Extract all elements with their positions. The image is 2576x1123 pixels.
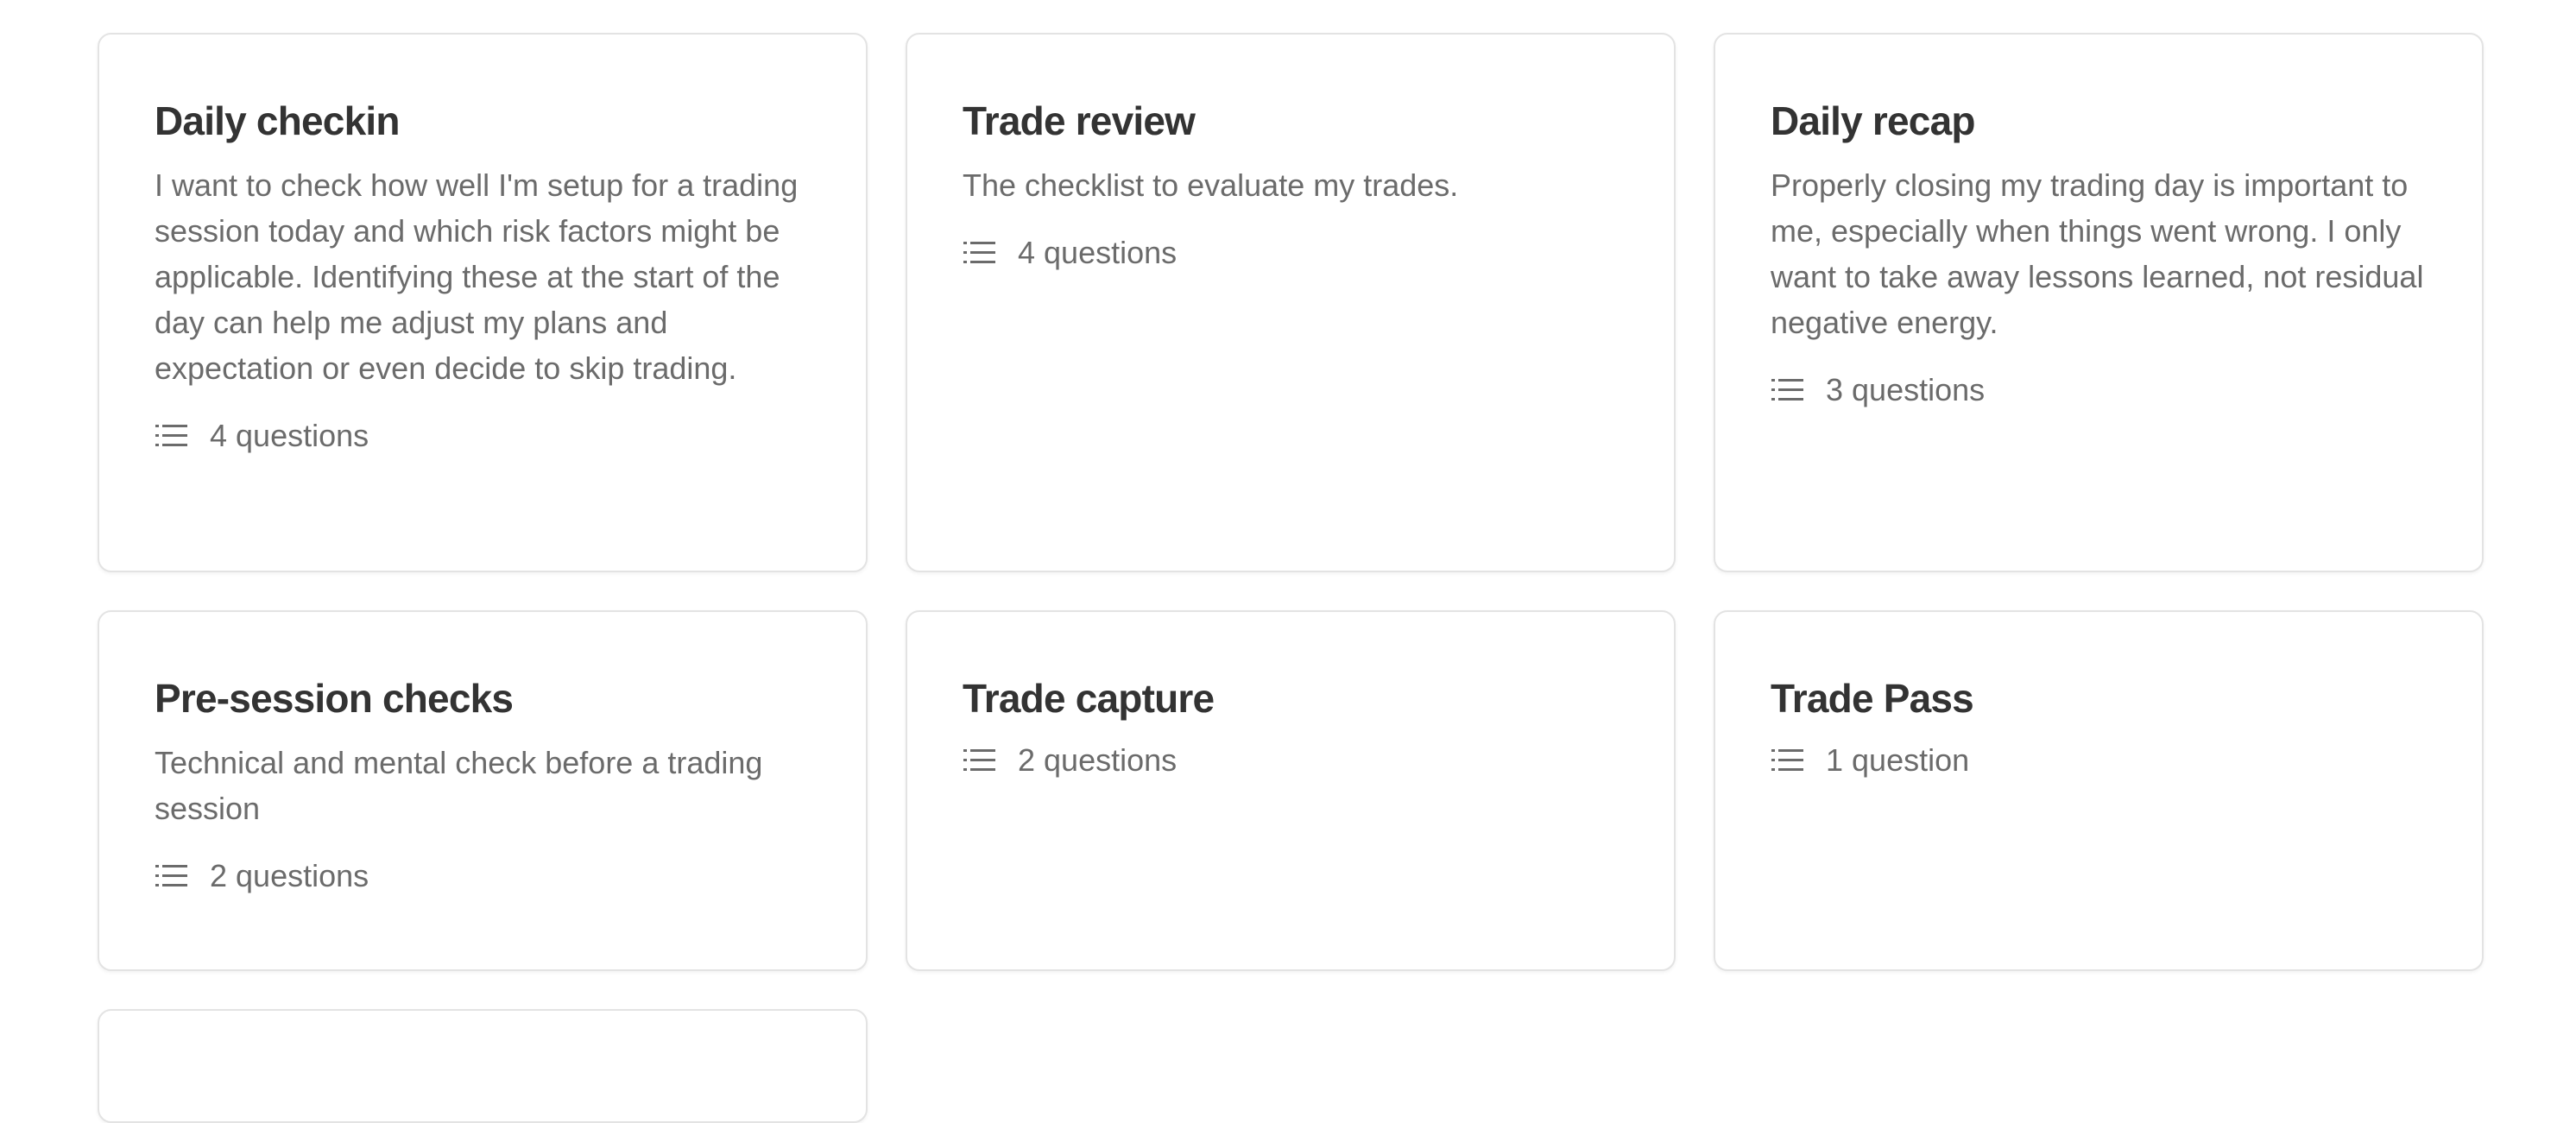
question-count: 2 questions — [155, 855, 811, 897]
card-description: Properly closing my trading day is impor… — [1771, 167, 2424, 340]
card-description: The checklist to evaluate my trades. — [963, 167, 1459, 203]
template-grid: Daily checkin I want to check how well I… — [98, 33, 2484, 1123]
list-icon — [1771, 376, 1805, 404]
card-title: Daily checkin — [155, 98, 400, 143]
list-icon — [963, 239, 997, 267]
question-count-label: 2 questions — [1018, 742, 1178, 778]
template-card-partial[interactable] — [98, 1009, 868, 1123]
card-title: Pre-session checks — [155, 676, 514, 721]
template-card-trade-review[interactable]: Trade review The checklist to evaluate m… — [906, 33, 1676, 572]
question-count-label: 4 questions — [210, 418, 369, 453]
list-icon — [155, 862, 189, 890]
template-card-daily-checkin[interactable]: Daily checkin I want to check how well I… — [98, 33, 868, 572]
card-title: Daily recap — [1771, 98, 1975, 143]
template-card-daily-recap[interactable]: Daily recap Properly closing my trading … — [1714, 33, 2484, 572]
card-description: I want to check how well I'm setup for a… — [155, 167, 799, 386]
template-card-trade-pass[interactable]: Trade Pass 1 question — [1714, 610, 2484, 971]
list-icon — [963, 747, 997, 774]
list-icon — [1771, 747, 1805, 774]
question-count-label: 2 questions — [210, 858, 369, 893]
question-count: 3 questions — [1771, 369, 2427, 411]
question-count: 4 questions — [963, 232, 1619, 274]
question-count-label: 4 questions — [1018, 235, 1178, 270]
question-count: 4 questions — [155, 415, 811, 457]
question-count-label: 3 questions — [1826, 372, 1986, 407]
question-count: 1 question — [1771, 740, 2427, 781]
card-description: Technical and mental check before a trad… — [155, 745, 763, 826]
question-count: 2 questions — [963, 740, 1619, 781]
question-count-label: 1 question — [1826, 742, 1970, 778]
card-title: Trade Pass — [1771, 676, 1974, 721]
template-card-trade-capture[interactable]: Trade capture 2 questions — [906, 610, 1676, 971]
list-icon — [155, 422, 189, 450]
card-title: Trade review — [963, 98, 1196, 143]
template-card-pre-session-checks[interactable]: Pre-session checks Technical and mental … — [98, 610, 868, 971]
card-title: Trade capture — [963, 676, 1215, 721]
